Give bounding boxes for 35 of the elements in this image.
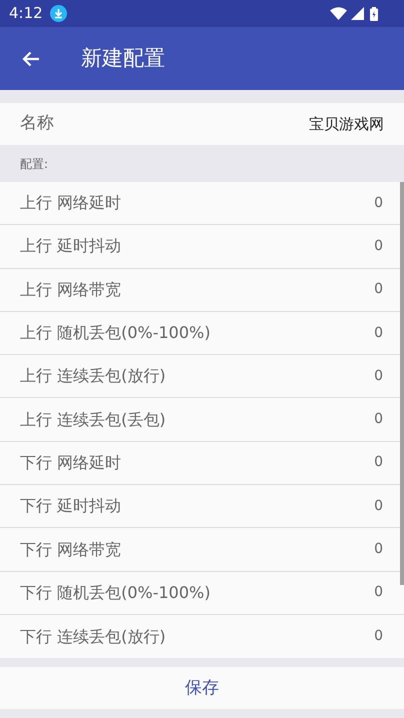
setting-label: 上行 延时抖动 <box>20 235 122 258</box>
setting-value: 0 <box>374 366 383 386</box>
setting-label: 上行 网络带宽 <box>20 278 122 301</box>
setting-label: 下行 网络带宽 <box>20 538 122 561</box>
name-value: 宝贝游戏网 <box>309 114 384 135</box>
setting-value: 0 <box>374 410 383 430</box>
wifi-icon <box>330 7 347 20</box>
setting-value: 0 <box>374 540 383 560</box>
setting-value: 0 <box>374 453 383 472</box>
setting-label: 上行 随机丢包(0%-100%) <box>20 322 210 344</box>
save-button[interactable]: 保存 <box>0 667 404 710</box>
back-arrow-icon <box>22 50 40 66</box>
setting-label: 下行 延时抖动 <box>20 495 122 518</box>
app-bar-title: 新建配置 <box>81 44 165 72</box>
setting-label: 上行 连续丢包(丢包) <box>20 408 166 431</box>
setting-label: 下行 随机丢包(0%-100%) <box>20 582 210 604</box>
setting-value: 0 <box>374 583 383 602</box>
setting-value: 0 <box>374 280 383 300</box>
download-icon <box>50 5 67 22</box>
setting-value: 0 <box>374 236 383 256</box>
signal-icon <box>351 7 364 20</box>
setting-row[interactable]: 下行 连续丢包(放行) 0 <box>0 614 404 658</box>
setting-value: 0 <box>374 496 383 516</box>
section-title: 配置: <box>20 156 48 172</box>
setting-value: 0 <box>374 324 383 343</box>
setting-label: 下行 网络延时 <box>20 452 122 474</box>
name-row[interactable]: 名称 宝贝游戏网 <box>0 103 404 145</box>
setting-label: 上行 连续丢包(放行) <box>20 365 166 388</box>
setting-value: 0 <box>374 194 383 213</box>
battery-icon <box>370 6 378 20</box>
setting-label: 上行 网络延时 <box>20 192 122 214</box>
setting-label: 下行 连续丢包(放行) <box>20 626 166 648</box>
name-label: 名称 <box>20 112 54 136</box>
status-time: 4:12 <box>9 3 43 24</box>
setting-value: 0 <box>374 627 383 646</box>
